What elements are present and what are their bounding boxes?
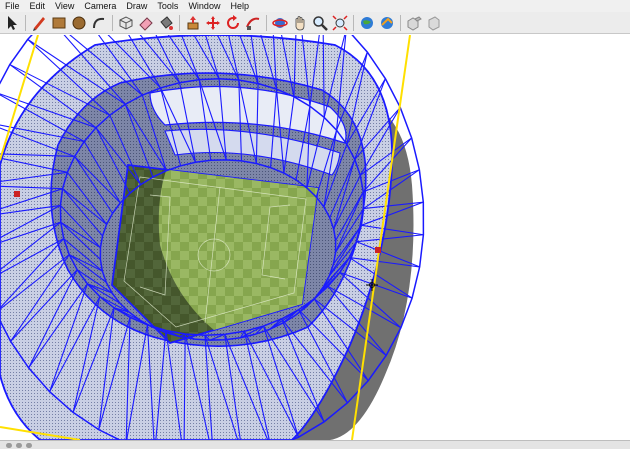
move-arrows-icon xyxy=(206,15,220,30)
menu-window[interactable]: Window xyxy=(183,0,225,12)
orbit-tool[interactable] xyxy=(271,14,289,32)
follow-me-icon xyxy=(246,17,260,30)
status-credits-icon xyxy=(16,443,22,448)
rectangle-tool[interactable] xyxy=(50,14,68,32)
main-toolbar xyxy=(0,12,630,34)
eraser-tool[interactable] xyxy=(137,14,155,32)
endpoint-marker-left xyxy=(14,191,20,197)
move-tool[interactable] xyxy=(204,14,222,32)
arc-tool[interactable] xyxy=(90,14,108,32)
components-tool[interactable] xyxy=(405,14,423,32)
sketchup-window: File Edit View Camera Draw Tools Window … xyxy=(0,0,630,449)
modeling-viewport[interactable] xyxy=(0,35,630,440)
menu-tools[interactable]: Tools xyxy=(152,0,183,12)
toolbar-separator xyxy=(25,14,26,31)
status-bar xyxy=(0,440,630,449)
circle-tool[interactable] xyxy=(70,14,88,32)
menu-camera[interactable]: Camera xyxy=(79,0,121,12)
circle-icon xyxy=(72,16,86,29)
stadium-model-view[interactable] xyxy=(0,35,630,440)
get-models-tool[interactable] xyxy=(358,14,376,32)
rotate-icon xyxy=(227,14,239,29)
component-box-icon xyxy=(119,15,133,30)
magnifier-icon xyxy=(313,15,328,31)
extension-tool[interactable] xyxy=(425,14,443,32)
make-component-tool[interactable] xyxy=(117,14,135,32)
menu-file[interactable]: File xyxy=(0,0,25,12)
zoom-extents-icon xyxy=(332,14,348,31)
rotate-tool[interactable] xyxy=(224,14,242,32)
components-icon xyxy=(407,15,422,31)
share-globe-icon xyxy=(381,16,393,29)
toolbar-separator xyxy=(353,14,354,31)
rectangle-icon xyxy=(52,17,66,28)
push-pull-tool[interactable] xyxy=(184,14,202,32)
hand-icon xyxy=(295,15,305,30)
toolbar-separator xyxy=(400,14,401,31)
paint-bucket-tool[interactable] xyxy=(157,14,175,32)
push-pull-icon xyxy=(187,15,199,29)
menu-help[interactable]: Help xyxy=(225,0,254,12)
extension-icon xyxy=(428,15,440,31)
arrow-cursor-icon xyxy=(8,15,17,30)
status-geolocation-icon xyxy=(6,443,12,448)
menu-view[interactable]: View xyxy=(50,0,79,12)
arc-icon xyxy=(93,17,105,28)
eraser-icon xyxy=(139,16,153,31)
pan-tool[interactable] xyxy=(291,14,309,32)
status-help-icon xyxy=(26,443,32,448)
zoom-tool[interactable] xyxy=(311,14,329,32)
menu-edit[interactable]: Edit xyxy=(25,0,51,12)
paint-bucket-icon xyxy=(160,15,173,30)
orbit-icon xyxy=(272,17,288,28)
zoom-extents-tool[interactable] xyxy=(331,14,349,32)
follow-me-tool[interactable] xyxy=(244,14,262,32)
warehouse-globe-icon xyxy=(361,16,373,29)
toolbar-separator xyxy=(179,14,180,31)
toolbar-separator xyxy=(112,14,113,31)
toolbar-separator xyxy=(266,14,267,31)
select-tool[interactable] xyxy=(3,14,21,32)
share-model-tool[interactable] xyxy=(378,14,396,32)
menu-bar: File Edit View Camera Draw Tools Window … xyxy=(0,0,630,12)
pencil-icon xyxy=(33,16,45,31)
endpoint-marker-right xyxy=(375,247,381,253)
menu-draw[interactable]: Draw xyxy=(121,0,152,12)
line-tool[interactable] xyxy=(30,14,48,32)
